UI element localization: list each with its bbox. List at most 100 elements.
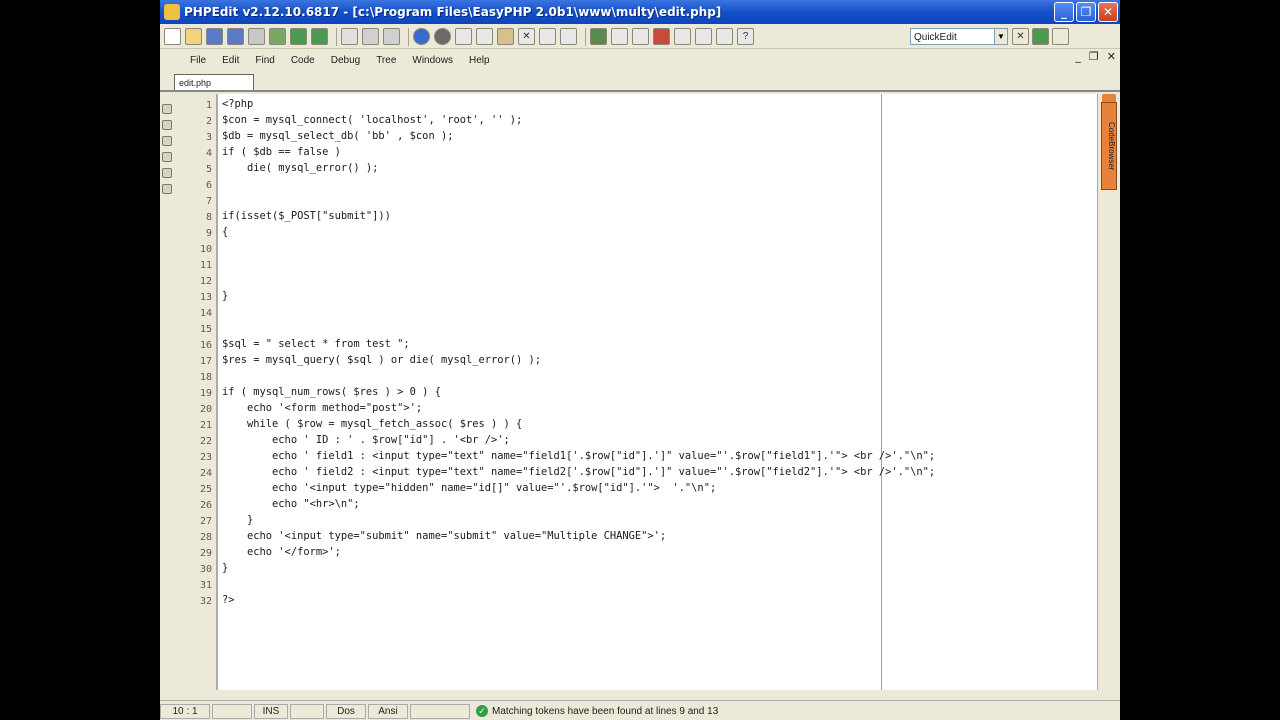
code-browser-tab[interactable]: CodeBrowser: [1101, 102, 1117, 190]
code-line[interactable]: $con = mysql_connect( 'localhost', 'root…: [222, 112, 935, 128]
code-line[interactable]: [222, 320, 935, 336]
new-file-icon[interactable]: [164, 28, 181, 45]
menu-file[interactable]: File: [160, 55, 214, 66]
code-line[interactable]: echo ' field2 : <input type="text" name=…: [222, 464, 935, 480]
code-line[interactable]: }: [222, 288, 935, 304]
code-editor[interactable]: <?php $con = mysql_connect( 'localhost', …: [218, 94, 1098, 690]
code-line[interactable]: ?>: [222, 592, 935, 608]
find-icon[interactable]: [362, 28, 379, 45]
project-icon[interactable]: [269, 28, 286, 45]
code-line[interactable]: echo '<form method="post">';: [222, 400, 935, 416]
help-question-icon[interactable]: ?: [737, 28, 754, 45]
save-all-icon[interactable]: [227, 28, 244, 45]
filter-icon[interactable]: [383, 28, 400, 45]
code-line[interactable]: [222, 304, 935, 320]
breakpoint-icon[interactable]: [653, 28, 670, 45]
dock-icon[interactable]: [162, 184, 172, 194]
window-title: PHPEdit v2.12.10.6817 - [c:\Program File…: [184, 5, 722, 19]
chevron-down-icon[interactable]: ▼: [994, 28, 1008, 45]
code-line[interactable]: die( mysql_error() );: [222, 160, 935, 176]
paste-icon[interactable]: [497, 28, 514, 45]
code-lines[interactable]: <?php $con = mysql_connect( 'localhost', …: [222, 96, 935, 608]
code-line[interactable]: $res = mysql_query( $sql ) or die( mysql…: [222, 352, 935, 368]
left-dock: [160, 94, 175, 690]
code-line[interactable]: echo ' field1 : <input type="text" name=…: [222, 448, 935, 464]
stop-icon[interactable]: [434, 28, 451, 45]
dock-icon[interactable]: [162, 120, 172, 130]
open-folder-icon[interactable]: [185, 28, 202, 45]
indent-icon[interactable]: [539, 28, 556, 45]
menu-debug[interactable]: Debug: [323, 55, 368, 66]
print-icon[interactable]: [248, 28, 265, 45]
code-line[interactable]: echo '<input type="hidden" name="id[]" v…: [222, 480, 935, 496]
status-message: ✓ Matching tokens have been found at lin…: [472, 704, 722, 719]
maximize-button[interactable]: ❐: [1076, 2, 1096, 22]
delete-icon[interactable]: ✕: [518, 28, 535, 45]
line-number: 6: [205, 180, 212, 191]
menu-windows[interactable]: Windows: [404, 55, 461, 66]
preview-icon[interactable]: [341, 28, 358, 45]
x-icon[interactable]: ✕: [1012, 28, 1029, 45]
code-line[interactable]: [222, 176, 935, 192]
line-number: 32: [199, 596, 212, 607]
spellcheck-icon[interactable]: [716, 28, 733, 45]
step-over-icon[interactable]: [611, 28, 628, 45]
line-number: 31: [199, 580, 212, 591]
code-line[interactable]: <?php: [222, 96, 935, 112]
code-line[interactable]: [222, 368, 935, 384]
minimize-button[interactable]: _: [1054, 2, 1074, 22]
mdi-close-button[interactable]: ✕: [1107, 50, 1116, 63]
code-line[interactable]: [222, 192, 935, 208]
dock-icon[interactable]: [162, 136, 172, 146]
outdent-icon[interactable]: [560, 28, 577, 45]
dock-icon[interactable]: [162, 104, 172, 114]
line-number: 9: [205, 228, 212, 239]
code-line[interactable]: }: [222, 560, 935, 576]
step-into-icon[interactable]: [632, 28, 649, 45]
close-button[interactable]: ✕: [1098, 2, 1118, 22]
document-tabs: edit.php: [160, 72, 1120, 92]
mdi-restore-button[interactable]: ❐: [1089, 50, 1099, 63]
phpedit-app-icon[interactable]: [164, 4, 180, 20]
menu-help[interactable]: Help: [461, 55, 498, 66]
code-line[interactable]: echo ' ID : ' . $row["id"] . '<br />';: [222, 432, 935, 448]
menu-code[interactable]: Code: [283, 55, 323, 66]
code-line[interactable]: {: [222, 224, 935, 240]
code-line[interactable]: echo '<input type="submit" name="submit"…: [222, 528, 935, 544]
code-line[interactable]: [222, 240, 935, 256]
arrow-icon[interactable]: [1052, 28, 1069, 45]
refresh-icon[interactable]: [311, 28, 328, 45]
code-line[interactable]: [222, 576, 935, 592]
dock-icon[interactable]: [162, 168, 172, 178]
title-bar[interactable]: PHPEdit v2.12.10.6817 - [c:\Program File…: [160, 0, 1120, 24]
code-line[interactable]: if(isset($_POST["submit"])): [222, 208, 935, 224]
insert-mode: INS: [254, 703, 288, 719]
globe-icon[interactable]: [290, 28, 307, 45]
help-icon[interactable]: [413, 28, 430, 45]
menu-edit[interactable]: Edit: [214, 55, 247, 66]
code-line[interactable]: echo "<hr>\n";: [222, 496, 935, 512]
copy-icon[interactable]: [476, 28, 493, 45]
menu-tree[interactable]: Tree: [368, 55, 404, 66]
code-line[interactable]: $sql = " select * from test ";: [222, 336, 935, 352]
watch-icon[interactable]: [674, 28, 691, 45]
save-icon[interactable]: [206, 28, 223, 45]
dock-icon[interactable]: [162, 152, 172, 162]
code-line[interactable]: $db = mysql_select_db( 'bb' , $con );: [222, 128, 935, 144]
code-line[interactable]: while ( $row = mysql_fetch_assoc( $res )…: [222, 416, 935, 432]
mdi-minimize-button[interactable]: _: [1075, 50, 1081, 63]
tab-edit-php[interactable]: edit.php: [174, 74, 254, 90]
code-line[interactable]: if ( mysql_num_rows( $res ) > 0 ) {: [222, 384, 935, 400]
line-number: 28: [199, 532, 212, 543]
code-line[interactable]: }: [222, 512, 935, 528]
code-line[interactable]: [222, 256, 935, 272]
debug-run-icon[interactable]: [590, 28, 607, 45]
menu-find[interactable]: Find: [247, 55, 282, 66]
list-icon[interactable]: [695, 28, 712, 45]
right-dock: CodeBrowser: [1097, 94, 1120, 690]
code-line[interactable]: if ( $db == false ): [222, 144, 935, 160]
code-line[interactable]: [222, 272, 935, 288]
go-icon[interactable]: [1032, 28, 1049, 45]
cut-icon[interactable]: [455, 28, 472, 45]
code-line[interactable]: echo '</form>';: [222, 544, 935, 560]
